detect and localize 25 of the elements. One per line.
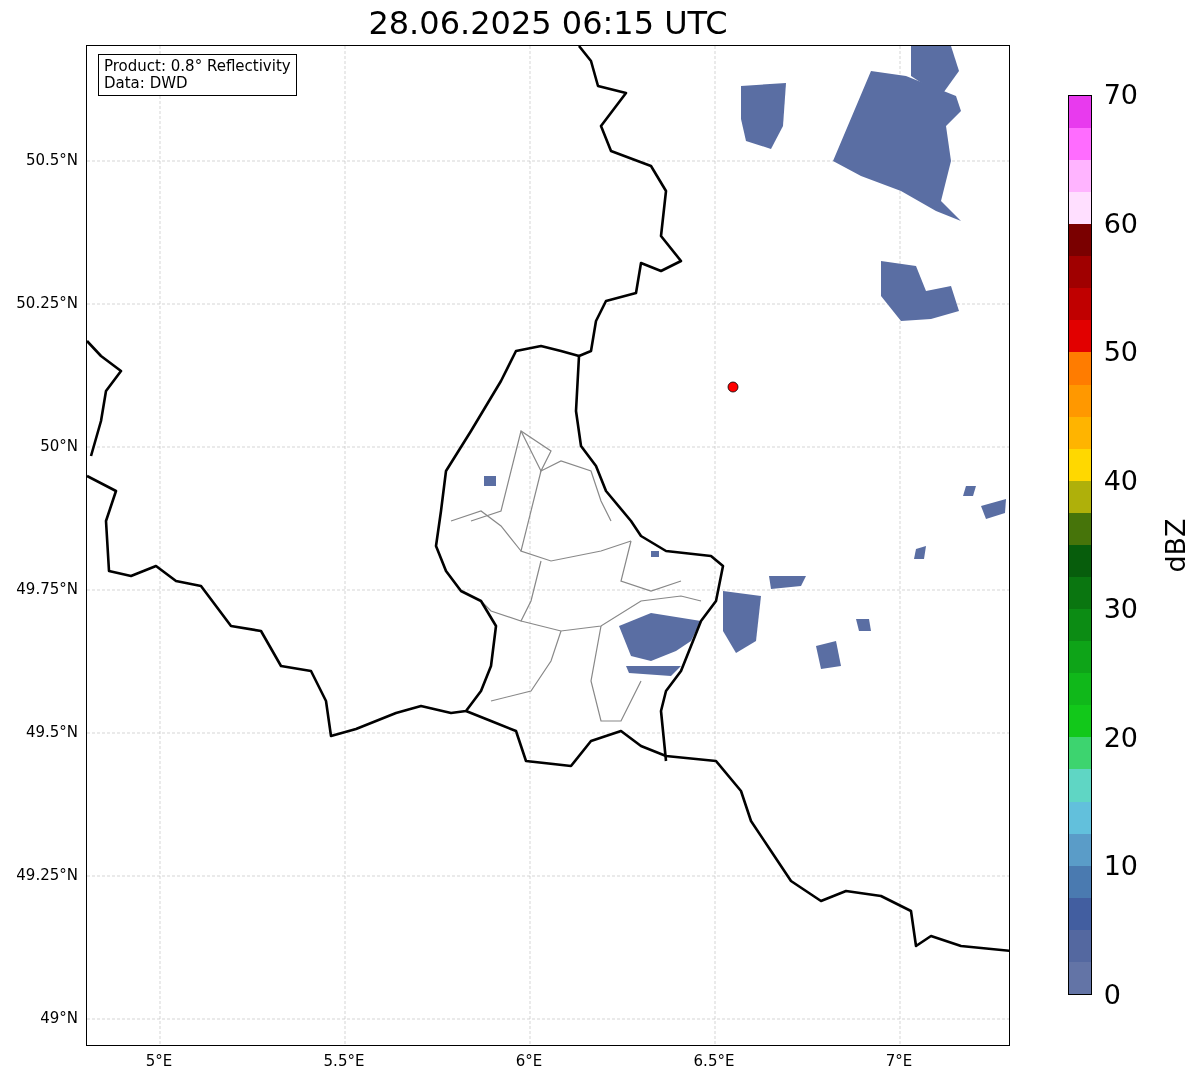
axis-tick-label: 6.5°E (693, 1052, 735, 1070)
axis-tick-label: 7°E (885, 1052, 913, 1070)
scale-tick-label: 70 (1103, 80, 1138, 110)
scale-tick-label: 0 (1103, 980, 1121, 1010)
info-text: Product: 0.8° Reflectivity (104, 58, 291, 75)
axis-tick-label: 49°N (40, 1009, 78, 1027)
scale-tick-label: 60 (1103, 208, 1138, 239)
axis-tick-label: 50°N (40, 437, 78, 455)
scale-tick-label: 30 (1103, 594, 1138, 625)
location-marker (727, 381, 739, 393)
chart-title: 28.06.2025 06:15 UTC (368, 3, 728, 42)
info-text: Data: DWD (104, 75, 189, 92)
axis-tick-label: 5°E (145, 1052, 173, 1070)
scale-tick-label: 10 (1103, 851, 1138, 882)
axis-tick-label: 5.5°E (323, 1052, 365, 1070)
scale-tick-label: 40 (1103, 465, 1138, 496)
scale-tick-label: 50 (1103, 337, 1138, 368)
axis-tick-label: 50.25°N (16, 294, 78, 312)
axis-tick-label: 49.25°N (16, 866, 78, 884)
axis-tick-label: 50.5°N (25, 151, 78, 169)
scale-tick-label: 20 (1103, 722, 1138, 753)
scale-unit-label: dBZ (1159, 517, 1191, 573)
axis-tick-label: 6°E (515, 1052, 543, 1070)
axis-tick-label: 49.75°N (16, 580, 78, 598)
axis-tick-label: 49.5°N (25, 723, 78, 741)
